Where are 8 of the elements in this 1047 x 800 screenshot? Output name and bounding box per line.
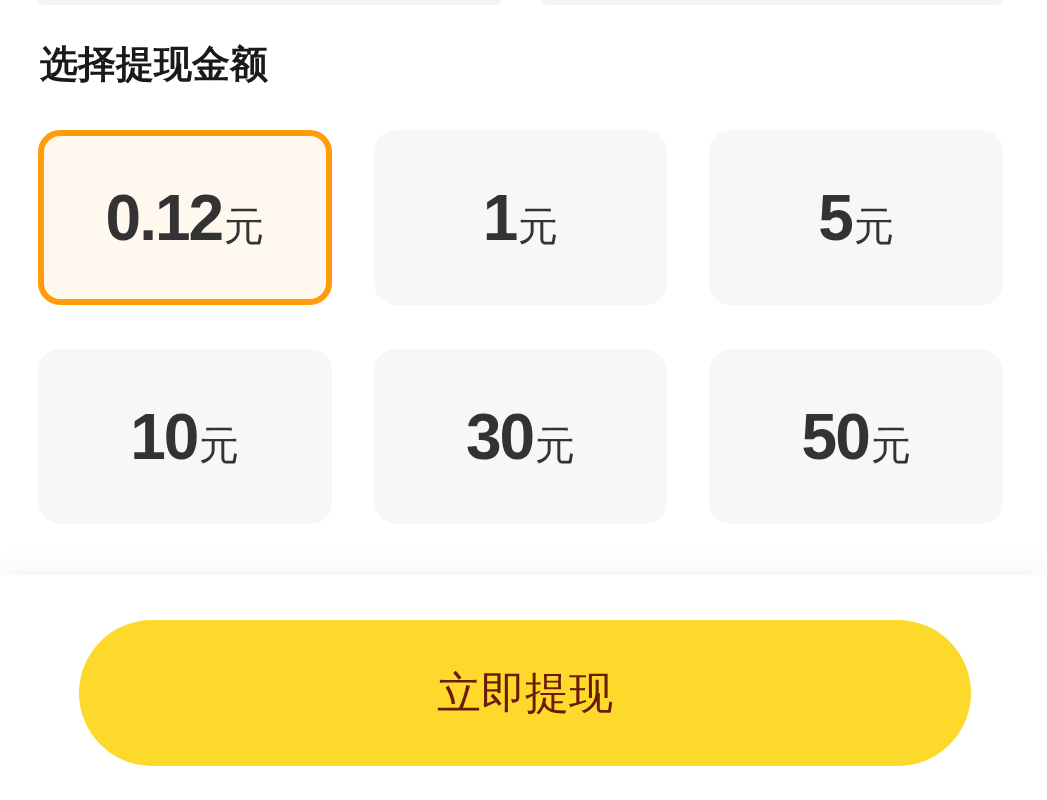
amount-option[interactable]: 50元 — [709, 349, 1003, 524]
amount-option[interactable]: 10元 — [38, 349, 332, 524]
amount-option[interactable]: 5元 — [709, 130, 1003, 305]
amount-option[interactable]: 0.12元 — [38, 130, 332, 305]
section-title: 选择提现金额 — [40, 41, 269, 87]
amount-option[interactable]: 30元 — [373, 349, 668, 524]
amount-option[interactable]: 1元 — [373, 130, 668, 305]
withdraw-button[interactable]: 立即提现 — [78, 620, 971, 766]
